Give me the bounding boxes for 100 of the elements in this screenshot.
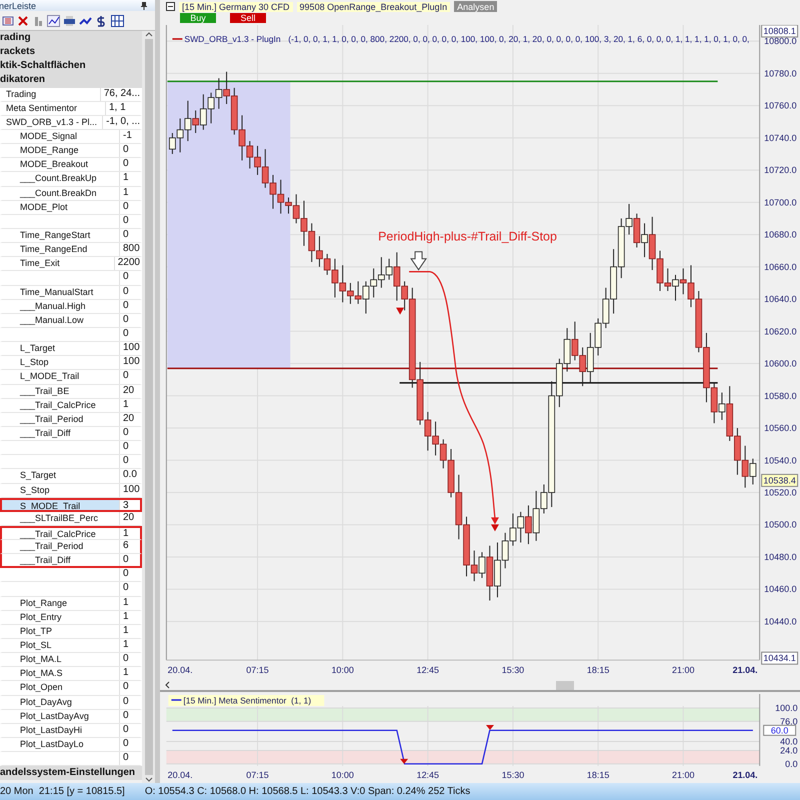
scrollbar-thumb[interactable] [556, 680, 574, 690]
property-row[interactable]: 0 [0, 455, 142, 470]
property-row[interactable]: ___Trail_CalcPrice 1 [0, 526, 142, 540]
property-name: ___Count.BreakDn [2, 186, 120, 200]
scroll-down-icon[interactable] [144, 777, 152, 783]
price-label: 10480.0 [764, 552, 797, 562]
property-row[interactable]: ___Trail_Period 6 [0, 540, 142, 554]
property-name: ___Trail_CalcPrice [2, 528, 120, 540]
property-row[interactable]: 0 [0, 441, 142, 456]
property-value: 0 [122, 738, 130, 752]
property-value: 0 [122, 681, 130, 694]
property-row[interactable]: SWD_ORB_v1.3 - Pl... -1, 0, ... [0, 116, 142, 130]
status-ohlc: O: 10554.3 C: 10568.0 H: 10568.5 L: 10543.3 V:0 Span: 0.24% 252 Ticks [144, 786, 470, 797]
property-row[interactable]: ___Manual.Low 0 [0, 314, 142, 328]
property-value: -1, 0, ... [105, 116, 140, 129]
property-row[interactable]: ___Trail_Diff 0 [0, 554, 142, 568]
property-row[interactable]: Plot_TP 1 [0, 624, 142, 640]
property-row[interactable]: Plot_LastDayLo 0 [0, 738, 142, 752]
property-name: ___Manual.High [2, 300, 120, 313]
scroll-left-icon[interactable] [164, 681, 170, 690]
scrollbar-thumb[interactable] [144, 39, 152, 775]
section-header[interactable]: rading [0, 31, 142, 46]
property-row[interactable]: Trading 76, 24... [0, 88, 142, 102]
property-row[interactable]: Plot_MA.L 0 [0, 653, 142, 668]
collapse-icon[interactable] [166, 2, 175, 11]
property-value: 0 [122, 455, 130, 468]
property-row[interactable]: ___Trail_Period 20 [0, 412, 142, 427]
property-row[interactable]: Time_ManualStart 0 [0, 286, 142, 300]
property-row[interactable]: 0 [0, 752, 142, 766]
price-label: 10600.0 [764, 358, 797, 369]
property-row[interactable]: ___Manual.High 0 [0, 300, 142, 314]
grid-icon[interactable] [111, 14, 124, 26]
indicator-params: (-1, 0, 0, 1, 1, 0, 0, 0, 800, 2200, 0, 0, 0, 0, 0, 100, 100, 0, 20, 1, 20, 0, 0, 0, 0, 100, 3, 20, 1, 6, 0, 0, 0, 1, 1, 1, 1, 0, 1, 0, 0, [288, 34, 750, 44]
property-row[interactable]: Plot_Open 0 [0, 681, 142, 696]
printer-icon[interactable] [63, 14, 76, 26]
time-label: 21.04. [732, 665, 758, 676]
property-value: 0 [122, 582, 130, 596]
time-label: 15:30 [502, 665, 524, 676]
property-row[interactable]: ___Trail_BE 20 [0, 384, 142, 399]
order-button[interactable]: Sell [230, 13, 266, 23]
property-row[interactable]: L_Stop 100 [0, 356, 142, 370]
property-row[interactable]: Plot_LastDayHi 0 [0, 724, 142, 738]
property-row[interactable]: 0 [0, 582, 142, 597]
property-row[interactable]: Meta Sentimentor 1, 1 [0, 102, 142, 116]
order-button[interactable]: Buy [180, 13, 216, 23]
property-name: Plot_LastDayHi [2, 724, 120, 738]
property-row[interactable]: S_Stop 100 [0, 484, 142, 498]
property-row[interactable]: MODE_Range 0 [0, 144, 142, 158]
property-row[interactable]: Plot_Entry 1 [0, 610, 142, 625]
property-name: ___Trail_Period [2, 540, 120, 554]
property-row[interactable]: Plot_MA.S 1 [0, 667, 142, 682]
property-name: ___Trail_Diff [2, 426, 120, 440]
property-row[interactable]: ___Count.BreakDn 1 [0, 186, 142, 201]
price-label: 10560.0 [764, 423, 797, 433]
trend-icon[interactable] [79, 14, 92, 26]
price-label: 10740.0 [764, 132, 797, 143]
property-row[interactable]: Plot_DayAvg 0 [0, 696, 142, 710]
property-row[interactable]: Time_Exit 2200 [0, 257, 142, 272]
property-row[interactable]: 0 [0, 271, 142, 286]
property-row[interactable]: Time_RangeStart 0 [0, 228, 142, 244]
property-name: MODE_Signal [2, 130, 120, 144]
property-row[interactable]: MODE_Breakout 0 [0, 158, 142, 172]
property-name: Time_ManualStart [2, 286, 120, 299]
property-value: 0 [122, 286, 130, 299]
property-row[interactable]: Plot_LastDayAvg 0 [0, 710, 142, 724]
property-row[interactable]: MODE_Signal -1 [0, 130, 142, 144]
price-label: 10520.0 [764, 487, 797, 498]
price-label: 10540.0 [764, 455, 797, 466]
property-name: L_Target [2, 342, 120, 356]
property-row[interactable]: Plot_SL 1 [0, 639, 142, 654]
property-row[interactable]: L_MODE_Trail 0 [0, 370, 142, 385]
price-marker: 10538.4 [761, 474, 798, 487]
property-row[interactable]: S_Target 0.0 [0, 469, 142, 484]
section-header[interactable]: dikatoren [0, 73, 142, 88]
triangle-marker [400, 759, 408, 764]
time-label: 21:00 [672, 770, 694, 780]
property-row[interactable]: L_Target 100 [0, 342, 142, 356]
property-row[interactable]: ___Trail_Diff 0 [0, 426, 142, 442]
delete-icon[interactable] [17, 14, 29, 26]
line-chart-icon[interactable] [47, 14, 60, 26]
property-row[interactable]: ___SLTrailBE_Perc 20 [0, 512, 142, 526]
section-header[interactable]: ktik-Schaltflächen [0, 59, 142, 74]
property-name: ___Trail_Period [2, 412, 120, 426]
property-row[interactable]: Time_RangeEnd 800 [0, 243, 142, 258]
section-header[interactable]: andelssystem-Einstellungen [0, 766, 142, 780]
scroll-up-icon[interactable] [144, 31, 152, 37]
section-header[interactable]: rackets [0, 45, 142, 60]
property-row[interactable]: ___Count.BreakUp 1 [0, 172, 142, 187]
property-value: 1, 1 [108, 102, 127, 115]
property-row[interactable]: MODE_Plot 0 [0, 200, 142, 215]
time-label: 10:00 [331, 770, 354, 780]
property-name: Plot_Open [2, 681, 120, 695]
property-row[interactable]: 0 [0, 214, 142, 229]
property-name: Meta Sentimentor [2, 102, 106, 115]
property-row[interactable]: Plot_Range 1 [0, 596, 142, 611]
property-row[interactable]: 0 [0, 328, 142, 342]
list-icon[interactable] [2, 14, 14, 26]
property-value: 0 [122, 370, 130, 384]
property-row[interactable]: 0 [0, 568, 142, 582]
property-row[interactable]: ___Trail_CalcPrice 1 [0, 398, 142, 413]
